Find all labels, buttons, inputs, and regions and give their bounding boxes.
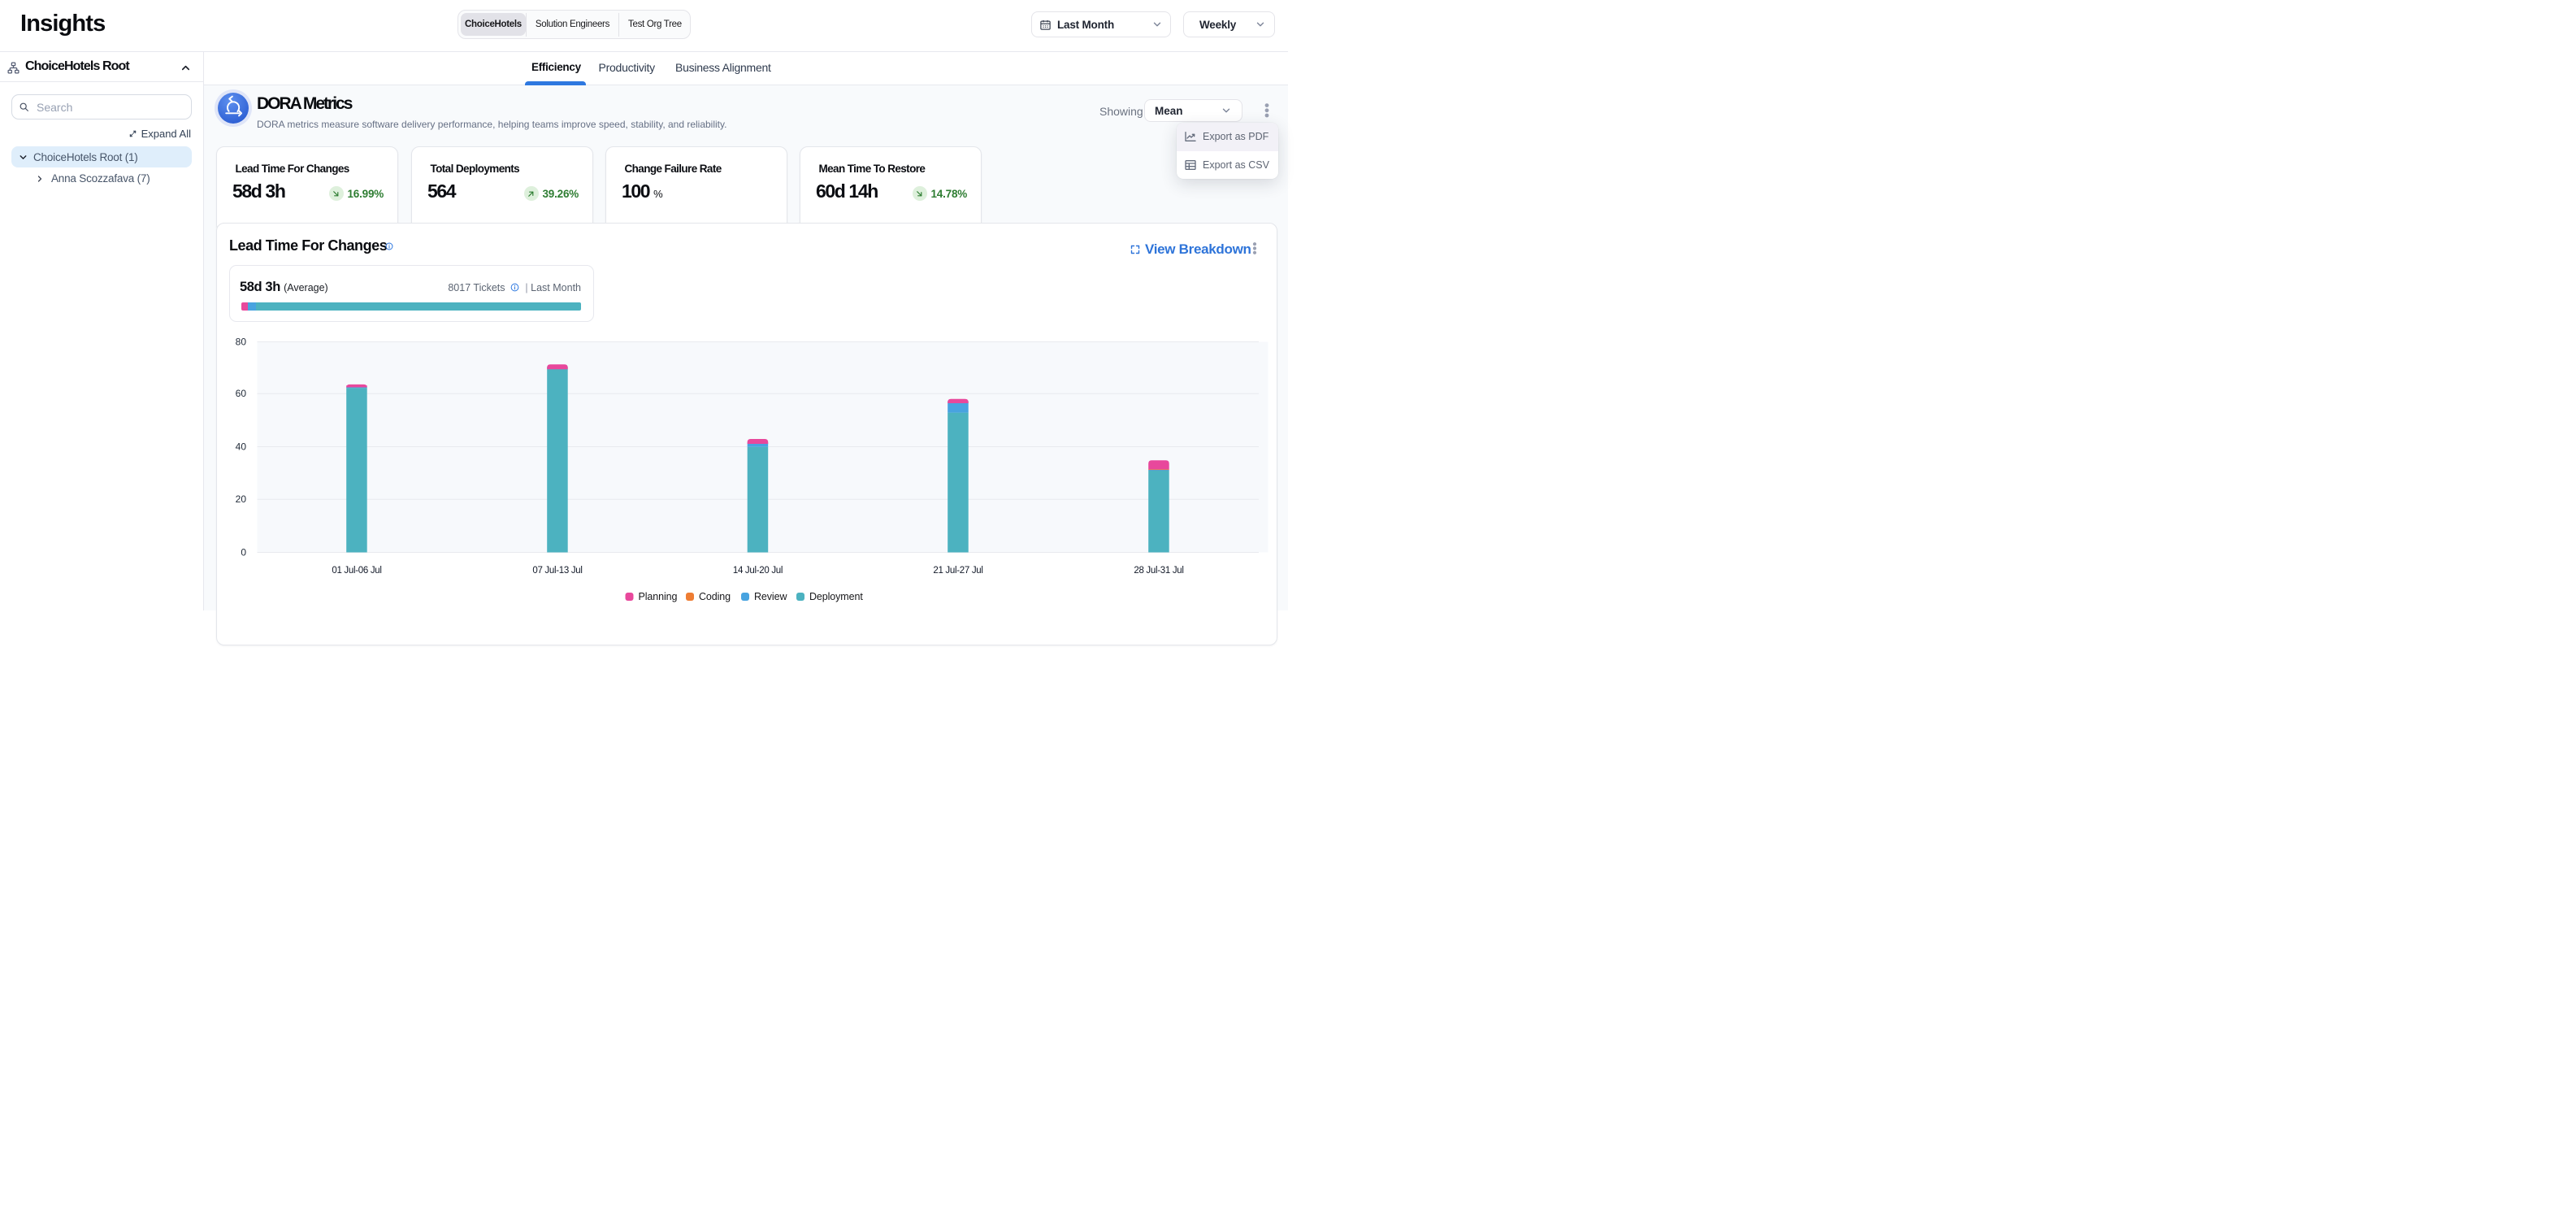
svg-text:07 Jul-13 Jul: 07 Jul-13 Jul bbox=[532, 566, 582, 576]
svg-text:01 Jul-06 Jul: 01 Jul-06 Jul bbox=[332, 566, 381, 576]
svg-text:60: 60 bbox=[236, 388, 247, 399]
svg-text:40: 40 bbox=[236, 441, 247, 453]
svg-text:14 Jul-20 Jul: 14 Jul-20 Jul bbox=[733, 566, 783, 576]
svg-text:80: 80 bbox=[236, 337, 247, 348]
svg-text:Coding: Coding bbox=[699, 591, 731, 602]
svg-text:0: 0 bbox=[241, 547, 246, 558]
svg-text:Planning: Planning bbox=[639, 591, 678, 602]
svg-text:21 Jul-27 Jul: 21 Jul-27 Jul bbox=[933, 566, 982, 576]
svg-text:Review: Review bbox=[754, 591, 787, 602]
svg-text:Deployment: Deployment bbox=[809, 591, 863, 602]
svg-text:20: 20 bbox=[236, 493, 247, 505]
svg-text:28 Jul-31 Jul: 28 Jul-31 Jul bbox=[1134, 566, 1183, 576]
